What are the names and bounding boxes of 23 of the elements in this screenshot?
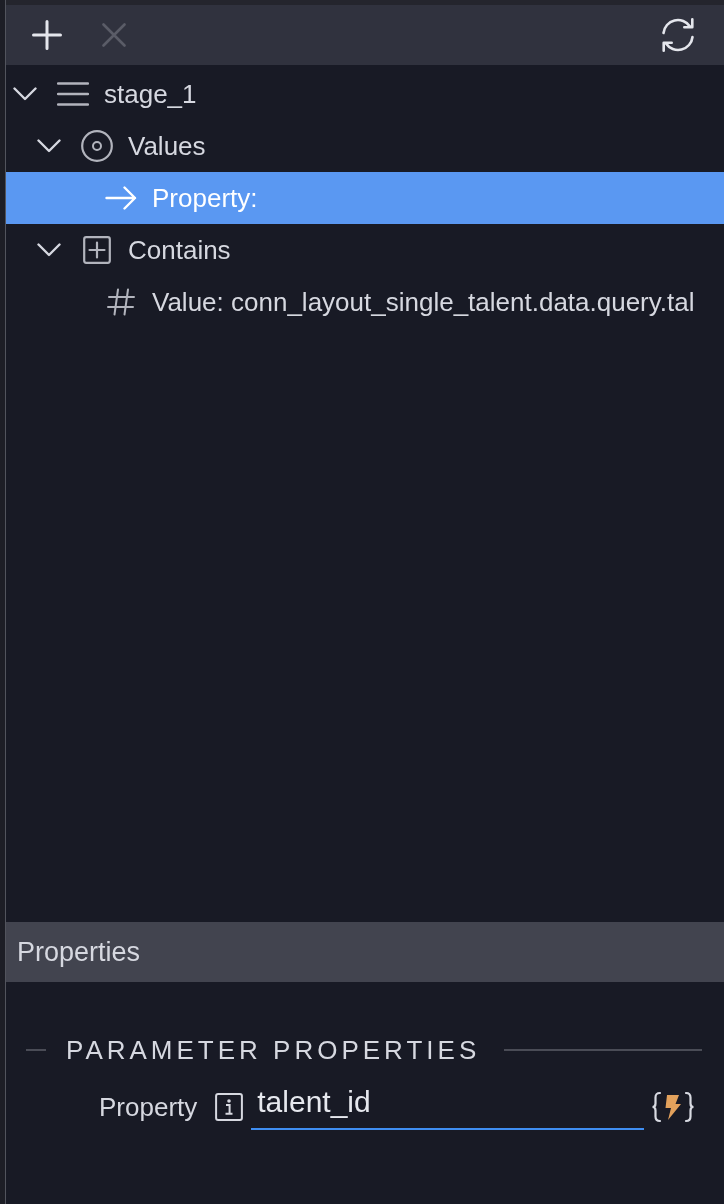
tree-item[interactable]: stage_1 [6, 68, 724, 120]
field-label: Property [99, 1091, 198, 1123]
arrow-right-icon [105, 186, 137, 210]
list-icon [57, 82, 89, 106]
circle-dot-icon [81, 130, 113, 162]
tree-item[interactable]: Contains [6, 224, 724, 276]
chevron-icon[interactable] [37, 243, 61, 257]
refresh-button[interactable] [659, 16, 697, 54]
tree-item[interactable]: Values [6, 120, 724, 172]
bolt-in-braces-icon[interactable] [651, 1091, 696, 1123]
plus-icon [32, 20, 62, 50]
info-icon[interactable] [215, 1093, 244, 1121]
panel-title: Properties [17, 936, 141, 968]
plus-square-icon [83, 236, 111, 264]
section-heading: PARAMETER PROPERTIES [66, 1034, 481, 1066]
tree-item[interactable]: Value: conn_layout_single_talent.data.query.tal [6, 276, 724, 328]
add-button[interactable] [32, 20, 62, 50]
close-icon [102, 23, 126, 47]
hash-icon [107, 288, 135, 316]
text-field[interactable]: talent_id [251, 1084, 645, 1130]
chevron-icon[interactable] [13, 87, 37, 101]
chevron-icon[interactable] [37, 139, 61, 153]
refresh-icon [659, 16, 697, 54]
